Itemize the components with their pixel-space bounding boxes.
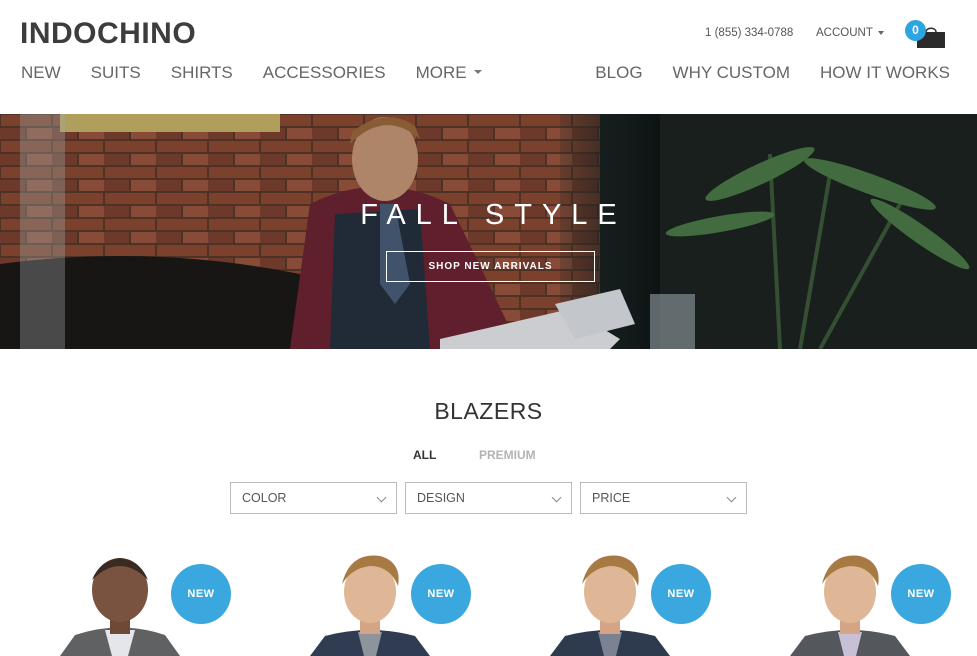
product-card[interactable]: NEW	[720, 540, 960, 656]
hero-title: FALL STYLE	[360, 199, 627, 231]
design-filter-label: DESIGN	[417, 491, 465, 505]
nav-item-why-custom[interactable]: WHY CUSTOM	[673, 63, 790, 83]
new-badge: NEW	[171, 564, 231, 624]
chevron-down-icon	[551, 492, 562, 503]
new-badge: NEW	[891, 564, 951, 624]
cart-button[interactable]: 0	[905, 20, 947, 50]
nav-item-more-label: MORE	[415, 63, 467, 82]
price-filter-select[interactable]: PRICE	[580, 482, 747, 514]
nav-item-blog[interactable]: BLOG	[595, 63, 642, 83]
shop-new-arrivals-button[interactable]: SHOP NEW ARRIVALS	[386, 251, 595, 282]
nav-item-new[interactable]: NEW	[21, 63, 61, 83]
page-title: BLAZERS	[434, 398, 543, 424]
chevron-down-icon	[726, 492, 737, 503]
new-badge: NEW	[651, 564, 711, 624]
account-menu[interactable]: ACCOUNT	[816, 27, 884, 39]
main-nav: NEW SUITS SHIRTS ACCESSORIES MORE	[21, 63, 512, 83]
color-filter-select[interactable]: COLOR	[230, 482, 397, 514]
color-filter-label: COLOR	[242, 491, 287, 505]
cart-count-badge: 0	[905, 20, 926, 41]
new-badge: NEW	[411, 564, 471, 624]
phone-number: 1 (855) 334-0788	[705, 27, 794, 39]
logo[interactable]: INDOCHINO	[20, 17, 196, 51]
product-card[interactable]: NEW	[480, 540, 720, 656]
tab-all[interactable]: ALL	[413, 448, 436, 462]
nav-item-more[interactable]: MORE	[416, 63, 482, 83]
nav-item-how-it-works[interactable]: HOW IT WORKS	[820, 63, 950, 83]
nav-item-accessories[interactable]: ACCESSORIES	[263, 63, 386, 83]
product-card[interactable]: NEW	[0, 540, 240, 656]
chevron-down-icon	[376, 492, 387, 503]
hero-banner[interactable]: FALL STYLE SHOP NEW ARRIVALS	[0, 114, 977, 349]
product-card[interactable]: NEW	[240, 540, 480, 656]
tab-premium[interactable]: PREMIUM	[479, 448, 536, 462]
caret-down-icon	[877, 30, 884, 35]
account-label: ACCOUNT	[816, 27, 873, 39]
design-filter-select[interactable]: DESIGN	[405, 482, 572, 514]
nav-item-shirts[interactable]: SHIRTS	[171, 63, 233, 83]
price-filter-label: PRICE	[592, 491, 631, 505]
caret-down-icon	[473, 70, 482, 75]
secondary-nav: BLOG WHY CUSTOM HOW IT WORKS	[565, 63, 950, 83]
nav-item-suits[interactable]: SUITS	[91, 63, 141, 83]
